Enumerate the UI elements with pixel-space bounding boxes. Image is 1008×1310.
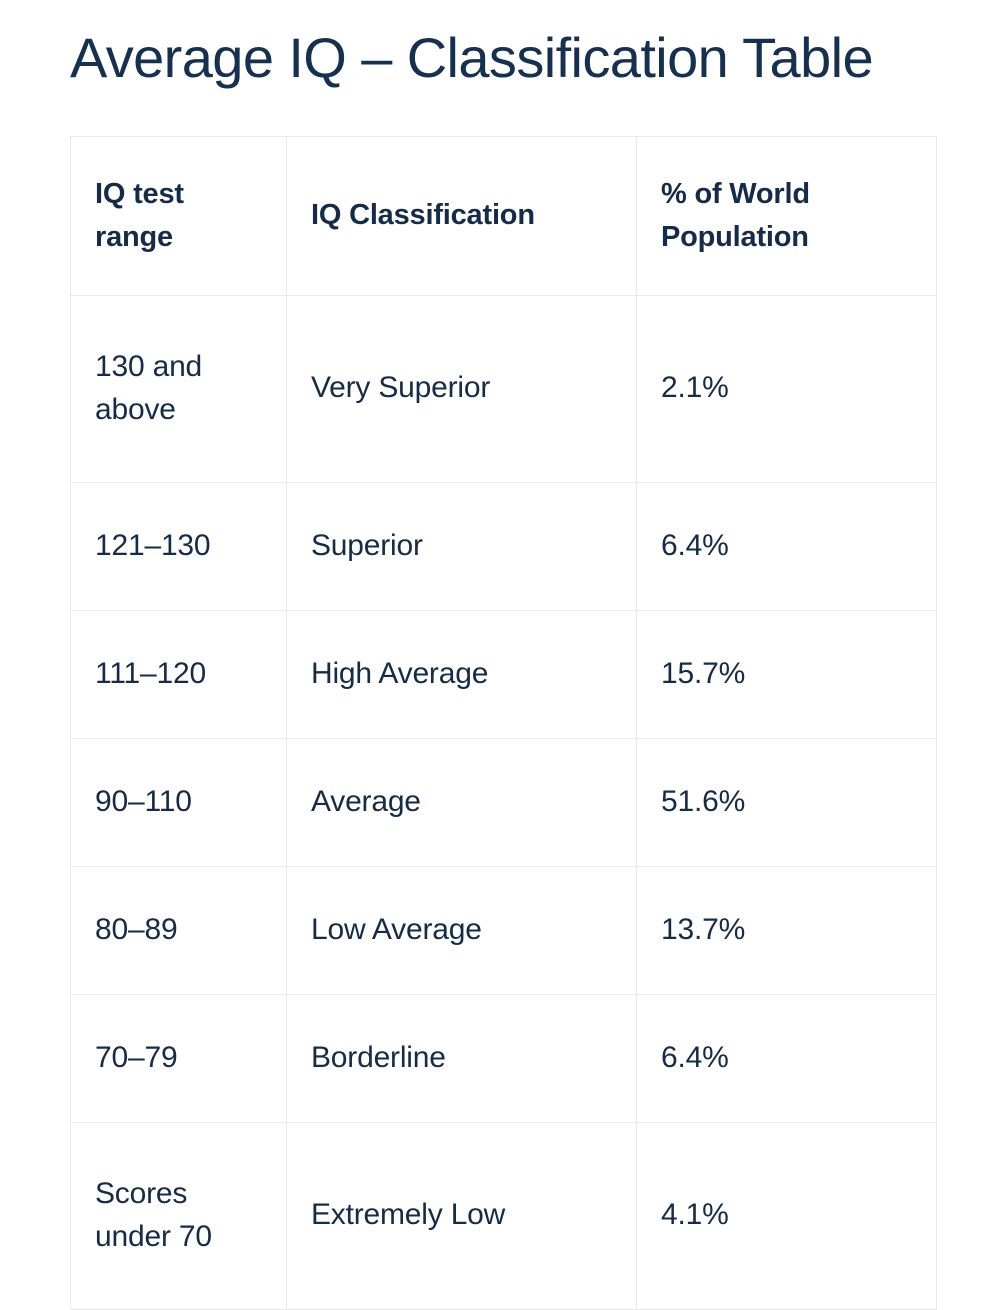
cell-value: 80–89 xyxy=(95,912,178,946)
cell-iq-range: 70–79 xyxy=(70,993,287,1123)
cell-value: 90–110 xyxy=(95,784,192,818)
column-header-iq-classification: IQ Classification xyxy=(286,135,637,296)
cell-iq-range: 111–120 xyxy=(70,609,287,739)
cell-value: 51.6% xyxy=(661,784,746,818)
table-row: 111–120 High Average 15.7% xyxy=(70,609,937,739)
iq-classification-table: IQ test range IQ Classification % of Wor… xyxy=(70,135,937,1310)
cell-value: Borderline xyxy=(311,1040,446,1074)
cell-iq-classification: High Average xyxy=(286,609,637,739)
cell-value: High Average xyxy=(311,656,489,690)
cell-iq-classification: Average xyxy=(286,737,637,867)
cell-value: 121–130 xyxy=(95,528,211,562)
cell-percent-world-population: 13.7% xyxy=(636,865,937,995)
cell-iq-classification: Low Average xyxy=(286,865,637,995)
cell-value: 130 and above xyxy=(95,349,203,426)
cell-iq-classification: Extremely Low xyxy=(286,1121,637,1310)
cell-percent-world-population: 15.7% xyxy=(636,609,937,739)
table-header: IQ test range IQ Classification % of Wor… xyxy=(70,135,937,296)
cell-iq-classification: Very Superior xyxy=(286,294,637,483)
cell-value: Low Average xyxy=(311,912,482,946)
cell-iq-classification: Borderline xyxy=(286,993,637,1123)
cell-percent-world-population: 6.4% xyxy=(636,481,937,611)
cell-iq-range: 80–89 xyxy=(70,865,287,995)
column-header-label: IQ test range xyxy=(95,178,184,253)
cell-value: Scores under 70 xyxy=(95,1176,212,1253)
cell-iq-range: 90–110 xyxy=(70,737,287,867)
page-root: Average IQ – Classification Table IQ tes… xyxy=(0,0,1008,1310)
table-row: 90–110 Average 51.6% xyxy=(70,737,937,867)
cell-value: 111–120 xyxy=(95,656,206,690)
column-header-percent-world-population: % of World Population xyxy=(636,135,937,296)
page-title: Average IQ – Classification Table xyxy=(70,26,874,89)
table-container: IQ test range IQ Classification % of Wor… xyxy=(70,135,938,1310)
table-row: 121–130 Superior 6.4% xyxy=(70,481,937,611)
table-body: 130 and above Very Superior 2.1% 121–130… xyxy=(70,294,937,1310)
cell-percent-world-population: 2.1% xyxy=(636,294,937,483)
table-header-row: IQ test range IQ Classification % of Wor… xyxy=(70,135,937,296)
cell-value: Extremely Low xyxy=(311,1198,506,1232)
cell-value: Very Superior xyxy=(311,371,491,405)
cell-percent-world-population: 4.1% xyxy=(636,1121,937,1310)
cell-value: 15.7% xyxy=(661,656,746,690)
cell-value: 4.1% xyxy=(661,1198,729,1232)
cell-iq-range: 130 and above xyxy=(70,294,287,483)
table-row: 80–89 Low Average 13.7% xyxy=(70,865,937,995)
column-header-label: IQ Classification xyxy=(311,199,535,232)
cell-percent-world-population: 6.4% xyxy=(636,993,937,1123)
cell-value: 2.1% xyxy=(661,371,729,405)
table-row: Scores under 70 Extremely Low 4.1% xyxy=(70,1121,937,1310)
table-row: 70–79 Borderline 6.4% xyxy=(70,993,937,1123)
cell-value: Superior xyxy=(311,528,423,562)
cell-value: 6.4% xyxy=(661,1040,729,1074)
cell-value: 6.4% xyxy=(661,528,729,562)
cell-percent-world-population: 51.6% xyxy=(636,737,937,867)
column-header-iq-test-range: IQ test range xyxy=(70,135,287,296)
cell-iq-classification: Superior xyxy=(286,481,637,611)
table-row: 130 and above Very Superior 2.1% xyxy=(70,294,937,483)
cell-iq-range: 121–130 xyxy=(70,481,287,611)
cell-value: 13.7% xyxy=(661,912,746,946)
cell-value: Average xyxy=(311,784,421,818)
column-header-label: % of World Population xyxy=(661,178,810,253)
cell-iq-range: Scores under 70 xyxy=(70,1121,287,1310)
cell-value: 70–79 xyxy=(95,1040,178,1074)
